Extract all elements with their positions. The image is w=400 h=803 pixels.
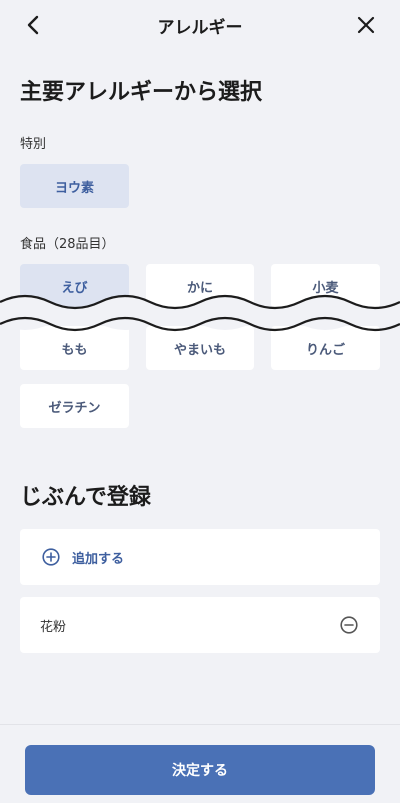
- foods-label: 食品（28品目）: [20, 237, 115, 252]
- section-heading-major: 主要アレルギーから選択: [20, 80, 263, 105]
- custom-allergy-item: 花粉: [20, 597, 380, 653]
- custom-allergy-label: 花粉: [40, 619, 67, 635]
- chevron-left-icon[interactable]: [22, 13, 46, 37]
- app-header: アレルギー: [0, 0, 400, 50]
- chip-iodine[interactable]: ヨウ素: [20, 164, 129, 208]
- section-heading-custom: じぶんで登録: [20, 485, 151, 510]
- add-allergy-label: 追加する: [72, 551, 125, 567]
- wavy-break-divider: [0, 294, 400, 332]
- add-allergy-button[interactable]: 追加する: [20, 529, 380, 585]
- plus-circle-icon: [42, 548, 60, 566]
- page-title: アレルギー: [157, 17, 243, 38]
- submit-button[interactable]: 決定する: [25, 745, 375, 795]
- minus-circle-icon[interactable]: [340, 616, 358, 634]
- chip-gelatin[interactable]: ゼラチン: [20, 384, 129, 428]
- footer-divider: [0, 724, 400, 725]
- close-icon[interactable]: [354, 13, 378, 37]
- special-label: 特別: [20, 137, 47, 152]
